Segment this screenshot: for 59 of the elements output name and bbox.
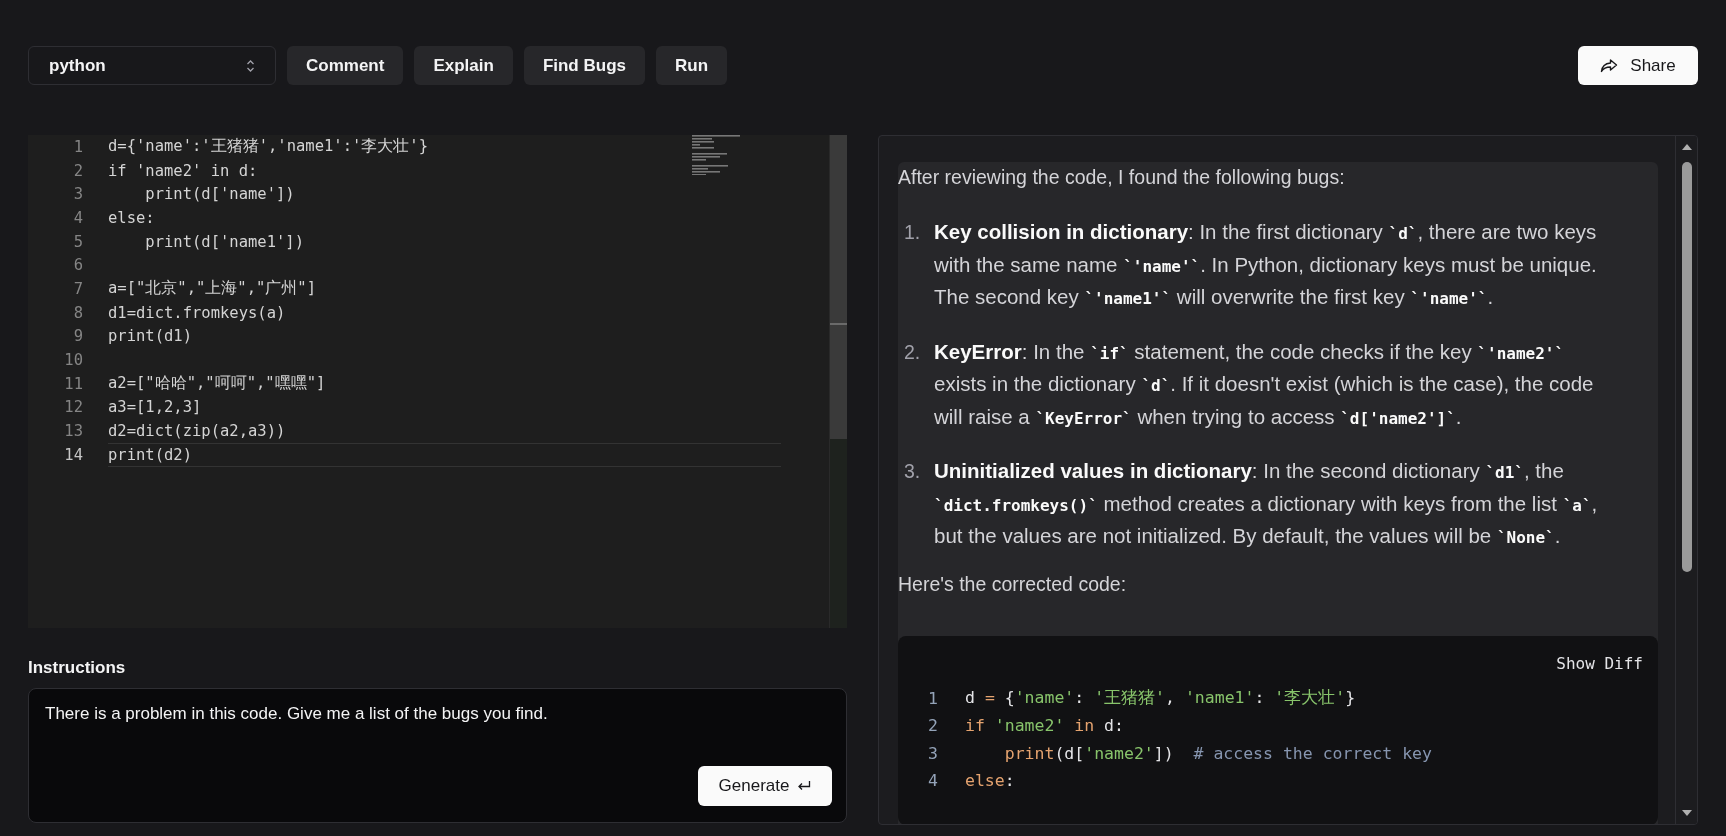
line-number: 2: [927, 716, 939, 736]
line-number: 4: [72, 208, 84, 227]
line-number: 1: [72, 137, 84, 156]
line-number: 1: [927, 688, 939, 708]
line-number: 9: [72, 327, 84, 346]
code-line: print(d['name1']): [144, 232, 304, 251]
action-button[interactable]: Comment: [287, 46, 404, 85]
code-line: if 'name2' in d:: [108, 161, 258, 180]
list-number: 3.: [903, 459, 922, 484]
line-number: 8: [72, 303, 84, 322]
line-number: 2: [72, 161, 84, 180]
line-number: 7: [72, 279, 84, 298]
line-number: 5: [72, 232, 84, 251]
code-line: a=["北京","上海","广州"]: [108, 278, 316, 300]
chevron-updown-icon: [246, 58, 255, 73]
scrollbar[interactable]: [829, 135, 847, 628]
list-number: 1.: [903, 220, 922, 245]
instructions-label: Instructions: [28, 658, 127, 678]
language-select[interactable]: python: [28, 46, 276, 85]
enter-icon: [797, 780, 812, 792]
share-icon: [1600, 58, 1619, 73]
code-line: print(d['name']): [144, 185, 295, 204]
code-line: d1=dict.fromkeys(a): [108, 303, 286, 322]
action-button[interactable]: Explain: [414, 46, 513, 85]
line-number: 4: [927, 771, 939, 791]
code-line: else:: [108, 208, 155, 227]
bug-description: Uninitialized values in dictionary: In the second dictionary `d1`, the `dict.fromkeys()` method creates a dictionary with keys from the list `a`, but the values are not initialized. By default, the values will be `None`.: [934, 458, 1599, 549]
list-number: 2.: [903, 339, 922, 365]
code-line: d={'name':'王猪猪','name1':'李大壮'}: [108, 136, 428, 158]
code-line: a2=["哈哈","呵呵","嘿嘿"]: [108, 373, 326, 395]
response-text: After reviewing the code, I found the following bugs:: [898, 165, 1346, 190]
code-line: d2=dict(zip(a2,a3)): [108, 422, 286, 441]
instructions-field[interactable]: There is a problem in this code. Give me a list of the bugs you find. Generate: [28, 688, 847, 823]
code-line: if 'name2' in d:: [965, 716, 1124, 736]
scrollbar[interactable]: [1675, 136, 1697, 824]
bug-description: Key collision in dictionary: In the first dictionary `d`, there are two keys with the same name `'name'`. In Python, dictionary keys must be unique. The second key `'name1'` will overwrite the first key `'name'`.: [934, 219, 1598, 310]
action-button[interactable]: Run: [656, 46, 728, 85]
code-line: print(d2): [108, 445, 192, 464]
line-number: 6: [72, 256, 84, 275]
share-button[interactable]: Share: [1578, 46, 1698, 85]
generate-button[interactable]: Generate: [698, 766, 832, 806]
response-text: Here's the corrected code:: [898, 572, 1128, 596]
line-number: 10: [63, 351, 84, 370]
line-number: 14: [63, 445, 84, 464]
line-number: 3: [72, 185, 84, 204]
code-line: print(d1): [108, 327, 192, 346]
scroll-down-icon[interactable]: [1681, 809, 1693, 817]
line-number: 13: [63, 422, 84, 441]
line-number: 11: [63, 374, 84, 393]
line-number: 12: [63, 398, 84, 417]
show-diff-button[interactable]: Show Diff: [1556, 653, 1643, 673]
action-button[interactable]: Find Bugs: [523, 46, 645, 85]
code-line: print(d['name2']) # access the correct key: [1003, 743, 1432, 763]
scroll-up-icon[interactable]: [1681, 143, 1693, 151]
bug-description: KeyError: In the `if` statement, the code checks if the key `'name2'` exists in the dictionary `d`. If it doesn't exist (which is the case), the code will raise a `KeyError` when trying to access `d['name2']`.: [934, 338, 1595, 430]
code-line: a3=[1,2,3]: [108, 398, 202, 417]
code-line: else:: [965, 771, 1015, 791]
code-line: d = {'name': '王猪猪', 'name1': '李大壮'}: [965, 687, 1356, 710]
line-number: 3: [927, 743, 939, 763]
